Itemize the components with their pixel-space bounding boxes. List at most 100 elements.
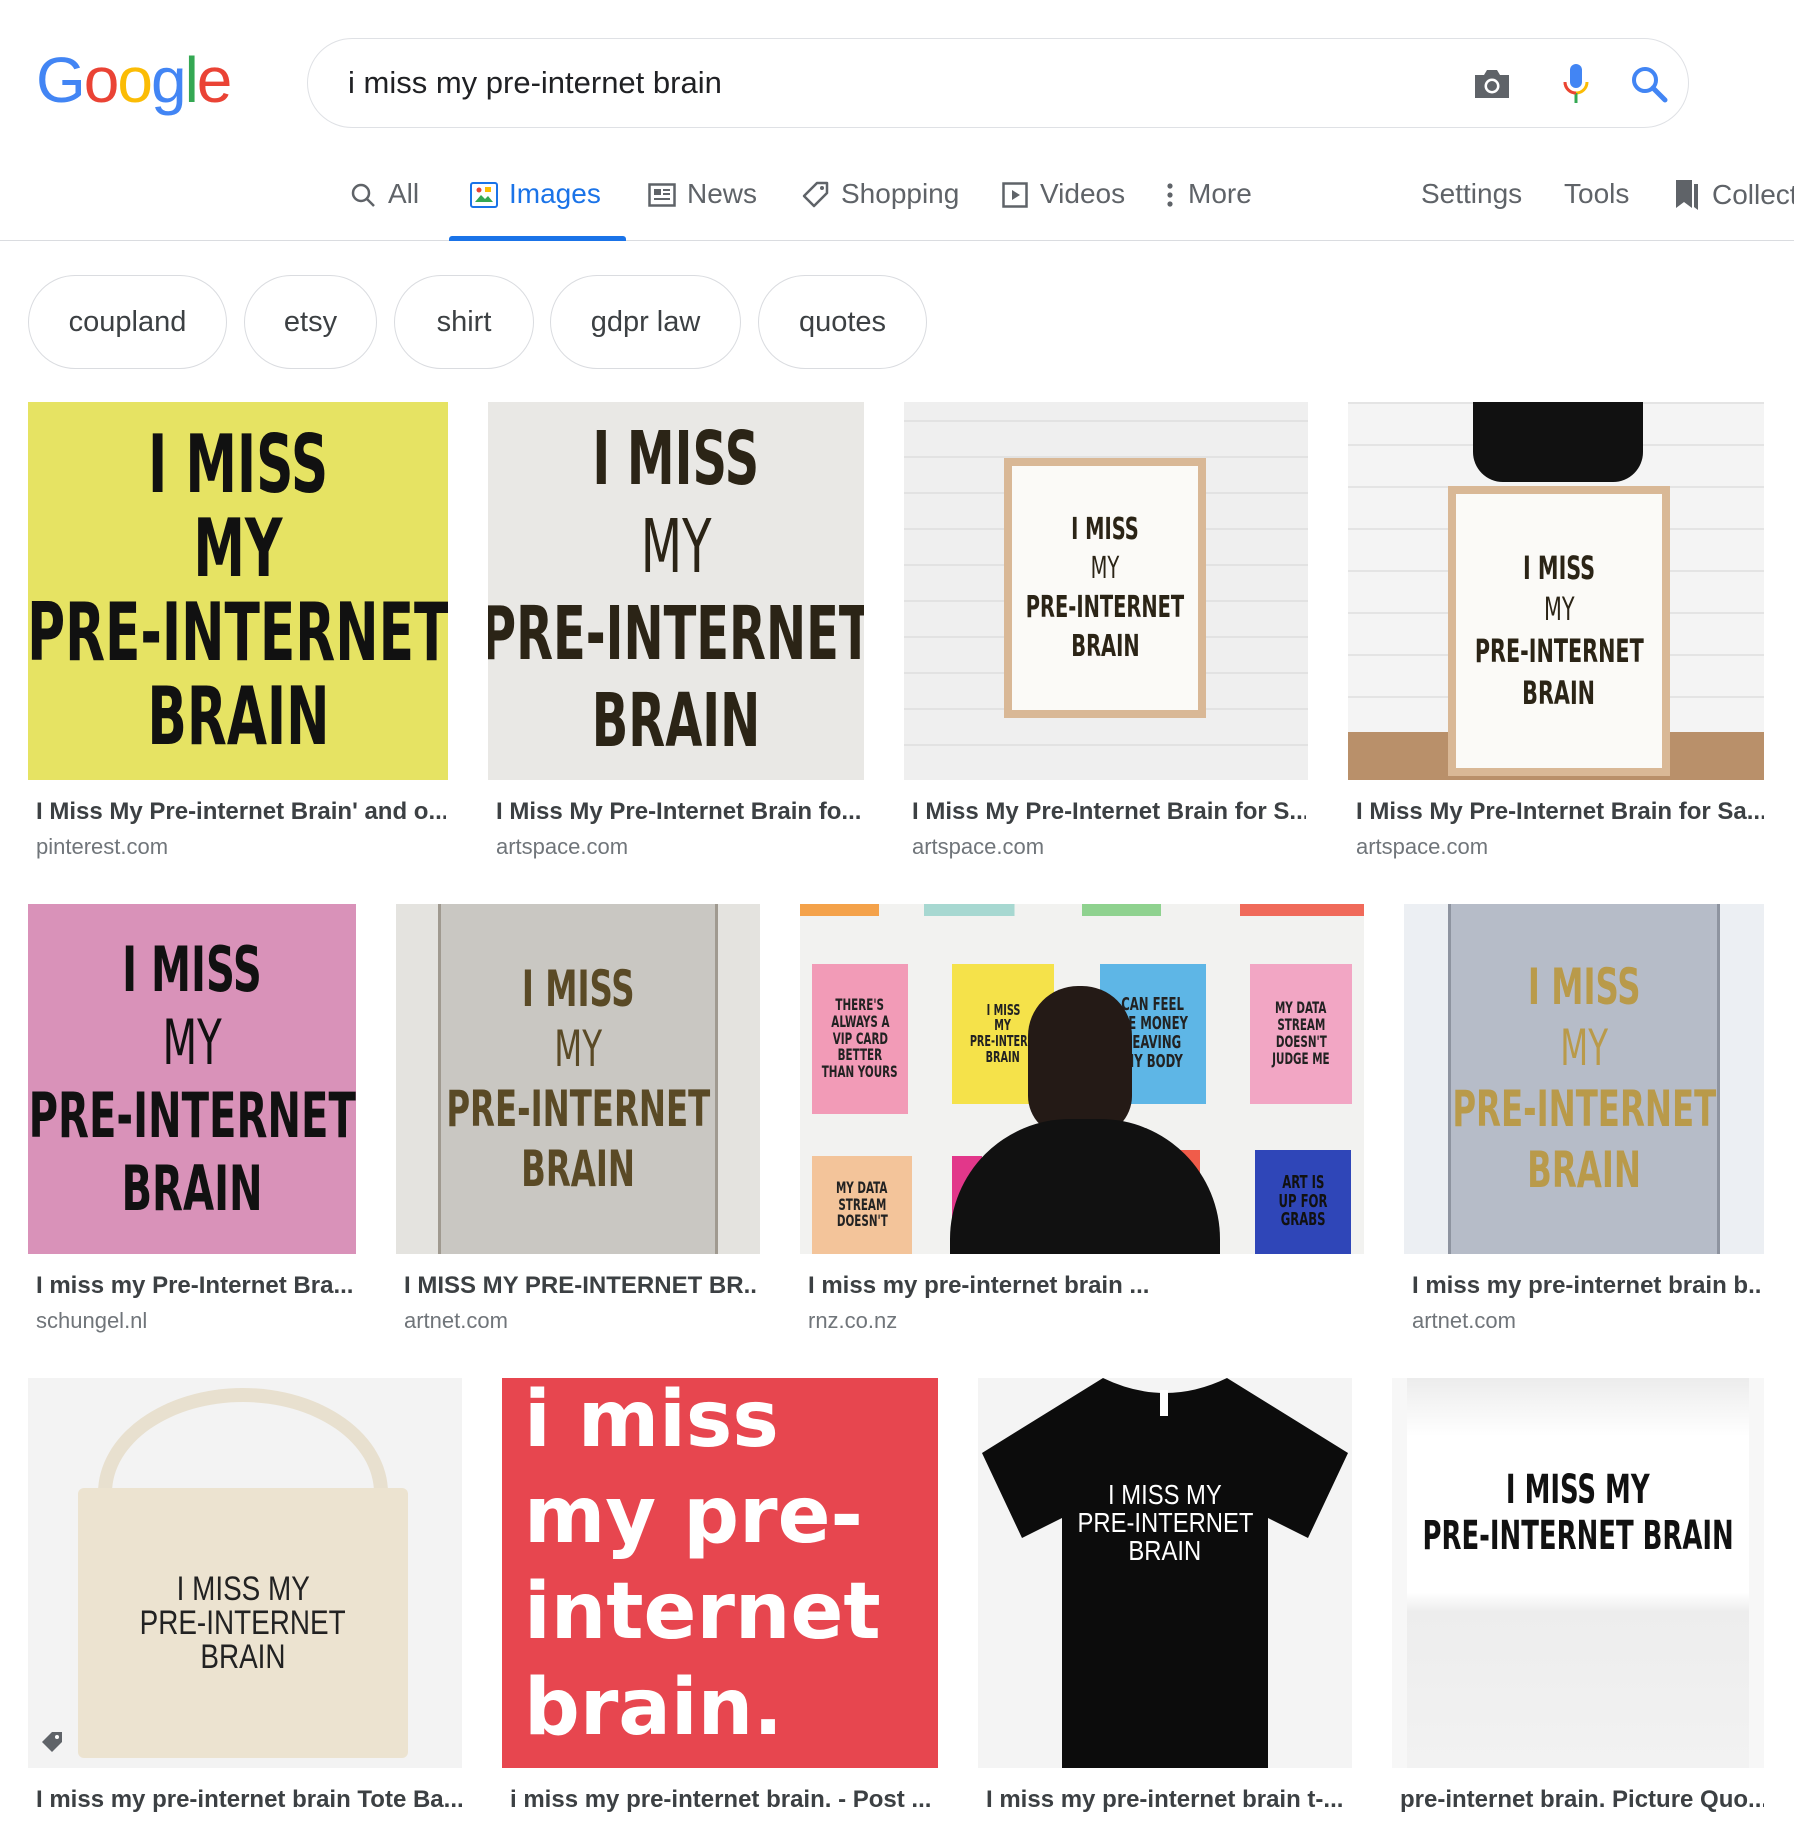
google-logo[interactable]: Google bbox=[36, 40, 233, 120]
image-result[interactable]: i miss my pre-internet brain. i miss my pr… bbox=[502, 1378, 938, 1824]
result-source[interactable]: artnet.com bbox=[1412, 1308, 1516, 1334]
result-thumbnail[interactable]: I MISS MY PRE-INTERNET BRAIN bbox=[396, 904, 760, 1254]
result-source[interactable]: pinterest.com bbox=[36, 834, 168, 860]
result-thumbnail[interactable]: I MISS MY PRE-INTERNET BRAIN bbox=[488, 402, 864, 780]
wall-poster: MY DATA STREAM DOESN'T bbox=[812, 1156, 912, 1254]
wall-poster: ART IS UP FOR GRABS bbox=[1255, 1150, 1351, 1254]
poster-text: I MISS MY PRE-INTERNET BRAIN bbox=[139, 1570, 346, 1676]
tab-images[interactable]: Images bbox=[449, 168, 626, 241]
bookmark-icon bbox=[1670, 178, 1700, 212]
result-thumbnail[interactable]: THERE'S ALWAYS A VIP CARD BETTER THAN YOURS … bbox=[800, 904, 1364, 1254]
image-result[interactable]: I MISS MY PRE-INTERNET BRAIN I Miss My Pre-… bbox=[1348, 402, 1764, 862]
result-title[interactable]: I Miss My Pre-Internet Brain for S... bbox=[912, 798, 1306, 826]
result-title[interactable]: I MISS MY PRE-INTERNET BR... bbox=[404, 1272, 758, 1300]
tab-all[interactable]: All bbox=[348, 168, 419, 240]
collections-label: Collect bbox=[1712, 179, 1794, 210]
poster-text: i miss my pre-internet brain. bbox=[524, 1378, 881, 1753]
result-title[interactable]: I miss my Pre-Internet Bra... bbox=[36, 1272, 354, 1300]
top-poster-strip bbox=[800, 904, 1364, 916]
result-title[interactable]: I Miss My Pre-Internet Brain for Sa... bbox=[1356, 798, 1764, 826]
tag-icon[interactable] bbox=[40, 1730, 68, 1758]
poster-text: I MISS MY PRE-INTERNET BRAIN bbox=[28, 418, 448, 763]
result-thumbnail[interactable]: I MISS MY PRE-INTERNET BRAIN bbox=[1348, 402, 1764, 780]
result-source[interactable]: artnet.com bbox=[404, 1308, 508, 1334]
image-result[interactable]: THERE'S ALWAYS A VIP CARD BETTER THAN YOURS … bbox=[800, 904, 1364, 1336]
visitor-head bbox=[1028, 986, 1132, 1136]
chip-gdpr-law[interactable]: gdpr law bbox=[550, 275, 741, 369]
search-icon[interactable] bbox=[1626, 61, 1672, 107]
image-result[interactable]: I MISS MY PRE-INTERNET BRAIN pre-internet… bbox=[1392, 1378, 1764, 1824]
result-thumbnail[interactable]: I MISS MY PRE-INTERNET BRAIN bbox=[28, 1378, 462, 1768]
tab-label: All bbox=[388, 178, 420, 209]
search-icon bbox=[348, 180, 378, 210]
result-title[interactable]: i miss my pre-internet brain. - Post ... bbox=[510, 1786, 936, 1814]
more-vert-icon bbox=[1162, 180, 1178, 210]
chip-etsy[interactable]: etsy bbox=[244, 275, 377, 369]
collections-link[interactable]: Collect bbox=[1670, 178, 1794, 212]
result-title[interactable]: pre-internet brain. Picture Quo... bbox=[1400, 1786, 1764, 1814]
result-title[interactable]: I Miss My Pre-Internet Brain fo... bbox=[496, 798, 866, 826]
result-thumbnail[interactable]: i miss my pre-internet brain. bbox=[502, 1378, 938, 1768]
result-thumbnail[interactable]: I MISS MY PRE-INTERNET BRAIN bbox=[28, 904, 356, 1254]
search-input[interactable] bbox=[348, 61, 1368, 105]
image-result[interactable]: I MISS MY PRE-INTERNET BRAIN I Miss My Pre-… bbox=[488, 402, 864, 862]
chip-shirt[interactable]: shirt bbox=[394, 275, 534, 369]
result-source[interactable]: artspace.com bbox=[912, 834, 1044, 860]
logo-letter: g bbox=[150, 44, 187, 116]
logo-letter: o bbox=[117, 44, 153, 116]
image-result[interactable]: I MISS MY PRE-INTERNET BRAIN I Miss My Pre-… bbox=[904, 402, 1308, 862]
logo-letter: o bbox=[83, 44, 120, 116]
image-result[interactable]: I MISS MY PRE-INTERNET BRAIN I Miss My Pre-… bbox=[28, 402, 448, 862]
poster-text: I MISS MY PRE-INTERNET BRAIN bbox=[1422, 1467, 1734, 1559]
logo-letter: G bbox=[36, 44, 86, 116]
chip-quotes[interactable]: quotes bbox=[758, 275, 927, 369]
poster-text: I MISS MY PRE-INTERNET BRAIN bbox=[446, 960, 710, 1198]
camera-icon[interactable] bbox=[1469, 61, 1515, 107]
person bbox=[1473, 402, 1643, 482]
image-result[interactable]: I MISS MY PRE-INTERNET BRAIN I miss my pre-… bbox=[1404, 904, 1764, 1336]
logo-letter: e bbox=[196, 44, 233, 116]
result-title[interactable]: I miss my pre-internet brain ... bbox=[808, 1272, 1362, 1300]
tab-more[interactable]: More bbox=[1162, 168, 1252, 240]
newspaper-icon bbox=[647, 180, 677, 210]
result-source[interactable]: schungel.nl bbox=[36, 1308, 147, 1334]
tag-icon bbox=[801, 180, 831, 210]
poster-text: I MISS MY PRE-INTERNET BRAIN bbox=[1452, 958, 1716, 1199]
wall-poster: THERE'S ALWAYS A VIP CARD BETTER THAN YOURS bbox=[812, 964, 908, 1114]
result-title[interactable]: I miss my pre-internet brain t-... bbox=[986, 1786, 1352, 1814]
result-title[interactable]: I miss my pre-internet brain Tote Ba... bbox=[36, 1786, 462, 1814]
result-source[interactable]: artspace.com bbox=[496, 834, 628, 860]
result-source[interactable]: artspace.com bbox=[1356, 834, 1488, 860]
result-thumbnail[interactable]: I MISS MY PRE-INTERNET BRAIN bbox=[978, 1378, 1352, 1768]
poster-text: I MISS MY PRE-INTERNET BRAIN bbox=[488, 416, 864, 765]
result-thumbnail[interactable]: I MISS MY PRE-INTERNET BRAIN bbox=[904, 402, 1308, 780]
poster-text: I MISS MY PRE-INTERNET BRAIN bbox=[28, 932, 356, 1226]
image-result[interactable]: I MISS MY PRE-INTERNET BRAIN I miss my pre… bbox=[28, 1378, 462, 1824]
microphone-icon[interactable] bbox=[1553, 61, 1599, 107]
result-title[interactable]: I miss my pre-internet brain b... bbox=[1412, 1272, 1762, 1300]
image-result[interactable]: I MISS MY PRE-INTERNET BRAIN I miss my Pre-… bbox=[28, 904, 356, 1336]
search-box bbox=[307, 38, 1689, 128]
tab-shopping[interactable]: Shopping bbox=[801, 168, 959, 240]
image-result[interactable]: I MISS MY PRE-INTERNET BRAIN I MISS MY PRE-… bbox=[396, 904, 760, 1336]
tab-news[interactable]: News bbox=[647, 168, 757, 240]
chip-coupland[interactable]: coupland bbox=[28, 275, 227, 369]
poster-text: I MISS MY PRE-INTERNET BRAIN bbox=[1077, 1479, 1253, 1566]
tools-link[interactable]: Tools bbox=[1564, 178, 1629, 210]
tab-label: Videos bbox=[1040, 178, 1126, 209]
image-result[interactable]: I MISS MY PRE-INTERNET BRAIN I miss my pre… bbox=[978, 1378, 1352, 1824]
tab-videos[interactable]: Videos bbox=[1000, 168, 1125, 240]
result-thumbnail[interactable]: I MISS MY PRE-INTERNET BRAIN bbox=[28, 402, 448, 780]
settings-link[interactable]: Settings bbox=[1421, 178, 1522, 210]
wall-poster: MY DATA STREAM DOESN'T JUDGE ME bbox=[1250, 964, 1352, 1104]
result-thumbnail[interactable]: I MISS MY PRE-INTERNET BRAIN bbox=[1404, 904, 1764, 1254]
search-tabs: All Images News Shopping Videos More bbox=[0, 168, 1794, 241]
video-icon bbox=[1000, 180, 1030, 210]
result-title[interactable]: I Miss My Pre-internet Brain' and o... bbox=[36, 798, 446, 826]
result-source[interactable]: rnz.co.nz bbox=[808, 1308, 897, 1334]
result-thumbnail[interactable]: I MISS MY PRE-INTERNET BRAIN bbox=[1392, 1378, 1764, 1768]
visitor-body bbox=[950, 1119, 1220, 1254]
image-icon bbox=[469, 180, 499, 210]
quote-card bbox=[1407, 1378, 1749, 1768]
tab-label: More bbox=[1188, 178, 1252, 209]
